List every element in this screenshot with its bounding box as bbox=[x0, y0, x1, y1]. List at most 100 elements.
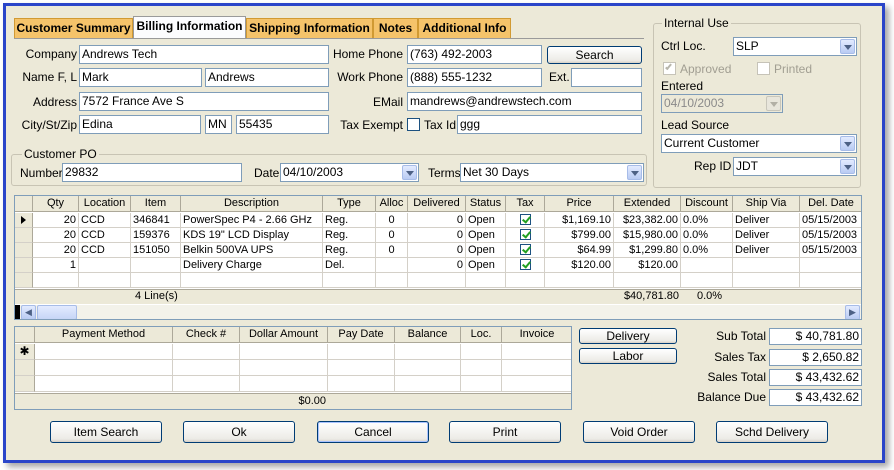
ctrl-loc-select[interactable]: SLP bbox=[733, 37, 857, 56]
cell-check[interactable] bbox=[173, 360, 240, 376]
cell-del-date[interactable] bbox=[800, 258, 861, 273]
cell-payment-method[interactable] bbox=[35, 376, 173, 392]
cell-item[interactable] bbox=[131, 258, 181, 273]
cell-alloc[interactable] bbox=[376, 273, 408, 288]
cell-balance[interactable] bbox=[395, 376, 461, 392]
column-header-status[interactable]: Status bbox=[466, 196, 506, 212]
column-header-alloc[interactable]: Alloc bbox=[376, 196, 408, 212]
cell-price[interactable]: $799.00 bbox=[545, 228, 614, 243]
row-selector[interactable] bbox=[15, 258, 33, 273]
cell-location[interactable] bbox=[79, 273, 131, 288]
column-header-loc[interactable]: Loc. bbox=[461, 327, 502, 343]
cell-extended[interactable]: $15,980.00 bbox=[614, 228, 681, 243]
rep-id-select[interactable]: JDT bbox=[733, 157, 857, 176]
cell-discount[interactable]: 0.0% bbox=[681, 228, 733, 243]
home-phone-field[interactable]: (763) 492-2003 bbox=[407, 45, 542, 64]
cell-status[interactable] bbox=[466, 273, 506, 288]
cell-alloc[interactable]: 0 bbox=[376, 228, 408, 243]
chevron-down-icon[interactable] bbox=[840, 136, 855, 151]
column-header-balance[interactable]: Balance bbox=[395, 327, 461, 343]
cell-extended[interactable] bbox=[614, 273, 681, 288]
column-header-type[interactable]: Type bbox=[323, 196, 376, 212]
column-header-description[interactable]: Description bbox=[181, 196, 323, 212]
row-selector[interactable] bbox=[15, 243, 33, 258]
column-header-qty[interactable]: Qty bbox=[33, 196, 79, 212]
cell-description[interactable]: PowerSpec P4 - 2.66 GHz bbox=[181, 213, 323, 228]
cell-location[interactable]: CCD bbox=[79, 228, 131, 243]
cell-ship-via[interactable] bbox=[733, 258, 800, 273]
cell-item[interactable]: 151050 bbox=[131, 243, 181, 258]
column-header-dollar-amount[interactable]: Dollar Amount bbox=[240, 327, 328, 343]
cell-delivered[interactable]: 0 bbox=[408, 258, 466, 273]
cell-type[interactable]: Reg. bbox=[323, 243, 376, 258]
zip-field[interactable]: 55435 bbox=[236, 115, 329, 134]
cancel-button[interactable]: Cancel bbox=[317, 421, 429, 443]
cell-payment-method[interactable] bbox=[35, 344, 173, 360]
company-field[interactable]: Andrews Tech bbox=[79, 45, 329, 64]
cell-delivered[interactable]: 0 bbox=[408, 228, 466, 243]
cell-qty[interactable]: 20 bbox=[33, 228, 79, 243]
lead-source-select[interactable]: Current Customer bbox=[661, 134, 857, 153]
column-header-invoice[interactable]: Invoice bbox=[502, 327, 571, 343]
row-selector[interactable] bbox=[15, 376, 35, 392]
tax-id-field[interactable]: ggg bbox=[457, 115, 642, 134]
cell-price[interactable]: $1,169.10 bbox=[545, 213, 614, 228]
cell-location[interactable]: CCD bbox=[79, 213, 131, 228]
cell-del-date[interactable]: 05/15/2003 bbox=[800, 243, 861, 258]
cell-dollar-amount[interactable] bbox=[240, 344, 328, 360]
cell-status[interactable]: Open bbox=[466, 258, 506, 273]
checked-checkbox-icon[interactable] bbox=[519, 214, 531, 225]
table-row[interactable] bbox=[15, 273, 861, 288]
cell-discount[interactable] bbox=[681, 273, 733, 288]
entered-date-field[interactable]: 04/10/2003 bbox=[661, 94, 783, 113]
cell-invoice[interactable] bbox=[502, 376, 571, 392]
cell-ship-via[interactable]: Deliver bbox=[733, 243, 800, 258]
column-header-check[interactable]: Check # bbox=[173, 327, 240, 343]
cell-status[interactable]: Open bbox=[466, 228, 506, 243]
row-selector[interactable] bbox=[15, 228, 33, 243]
po-number-field[interactable]: 29832 bbox=[62, 163, 242, 182]
checked-checkbox-icon[interactable] bbox=[519, 229, 531, 240]
cell-balance[interactable] bbox=[395, 344, 461, 360]
cell-balance[interactable] bbox=[395, 360, 461, 376]
column-header-pay-date[interactable]: Pay Date bbox=[328, 327, 395, 343]
table-row[interactable]: 20 CCD 346841 PowerSpec P4 - 2.66 GHz Reg. 0 0… bbox=[15, 213, 861, 228]
cell-ship-via[interactable]: Deliver bbox=[733, 228, 800, 243]
cell-payment-method[interactable] bbox=[35, 360, 173, 376]
cell-pay-date[interactable] bbox=[328, 360, 395, 376]
cell-type[interactable] bbox=[323, 273, 376, 288]
cell-location[interactable]: CCD bbox=[79, 243, 131, 258]
cell-delivered[interactable] bbox=[408, 273, 466, 288]
column-header-price[interactable]: Price bbox=[545, 196, 614, 212]
cell-item[interactable]: 346841 bbox=[131, 213, 181, 228]
cell-description[interactable]: KDS 19" LCD Display bbox=[181, 228, 323, 243]
scroll-thumb[interactable] bbox=[37, 305, 77, 319]
email-field[interactable]: mandrews@andrewstech.com bbox=[407, 92, 642, 111]
row-selector[interactable] bbox=[15, 213, 33, 228]
first-name-field[interactable]: Mark bbox=[79, 68, 202, 87]
cell-check[interactable] bbox=[173, 344, 240, 360]
city-field[interactable]: Edina bbox=[79, 115, 201, 134]
cell-tax[interactable] bbox=[506, 273, 545, 288]
delivery-button[interactable]: Delivery bbox=[579, 328, 677, 344]
address-field[interactable]: 7572 France Ave S bbox=[79, 92, 329, 111]
cell-description[interactable] bbox=[181, 273, 323, 288]
chevron-down-icon[interactable] bbox=[627, 165, 642, 180]
column-header-extended[interactable]: Extended bbox=[614, 196, 681, 212]
column-header-discount[interactable]: Discount bbox=[681, 196, 733, 212]
cell-description[interactable]: Belkin 500VA UPS bbox=[181, 243, 323, 258]
cell-type[interactable]: Reg. bbox=[323, 228, 376, 243]
table-row[interactable]: 20 CCD 151050 Belkin 500VA UPS Reg. 0 0 Open $64… bbox=[15, 243, 861, 258]
cell-price[interactable] bbox=[545, 273, 614, 288]
cell-delivered[interactable]: 0 bbox=[408, 213, 466, 228]
row-selector[interactable] bbox=[15, 360, 35, 376]
chevron-down-icon[interactable] bbox=[840, 159, 855, 174]
column-header-location[interactable]: Location bbox=[79, 196, 131, 212]
table-row[interactable] bbox=[15, 360, 571, 376]
cell-price[interactable]: $64.99 bbox=[545, 243, 614, 258]
cell-qty[interactable]: 20 bbox=[33, 243, 79, 258]
row-selector[interactable] bbox=[15, 273, 33, 288]
work-phone-field[interactable]: (888) 555-1232 bbox=[407, 68, 542, 87]
cell-type[interactable]: Del. bbox=[323, 258, 376, 273]
cell-dollar-amount[interactable] bbox=[240, 376, 328, 392]
